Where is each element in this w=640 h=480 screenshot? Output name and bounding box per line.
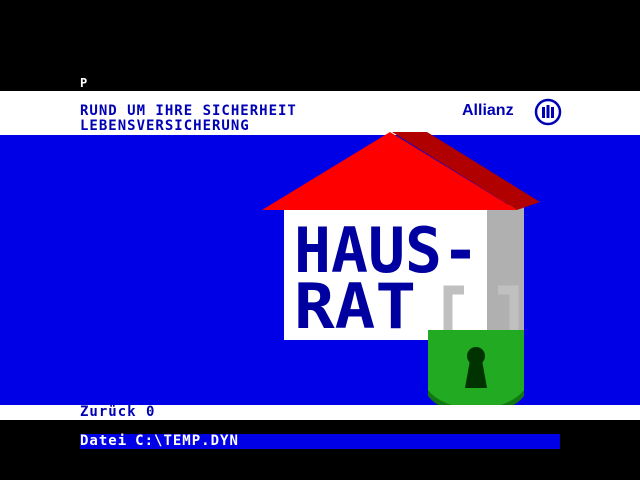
file-path-value: C:\TEMP.DYN: [135, 433, 239, 449]
page-marker: P: [80, 76, 89, 90]
header-title: RUND UM IHRE SICHERHEIT: [80, 103, 297, 119]
allianz-eagle-logo-icon: [534, 98, 562, 126]
hausrat-house-lock-illustration: HAUS- RAT: [262, 132, 540, 416]
brand-name: Allianz: [462, 102, 514, 119]
back-button[interactable]: Zurück 0: [80, 405, 155, 420]
file-path-field[interactable]: Datei C:\TEMP.DYN: [80, 434, 560, 449]
header-subtitle: LEBENSVERSICHERUNG: [80, 118, 250, 134]
top-bar: [0, 0, 640, 91]
bottom-bar: [0, 420, 640, 480]
hausrat-line2: RAT: [294, 270, 416, 343]
file-label: Datei: [80, 433, 128, 449]
